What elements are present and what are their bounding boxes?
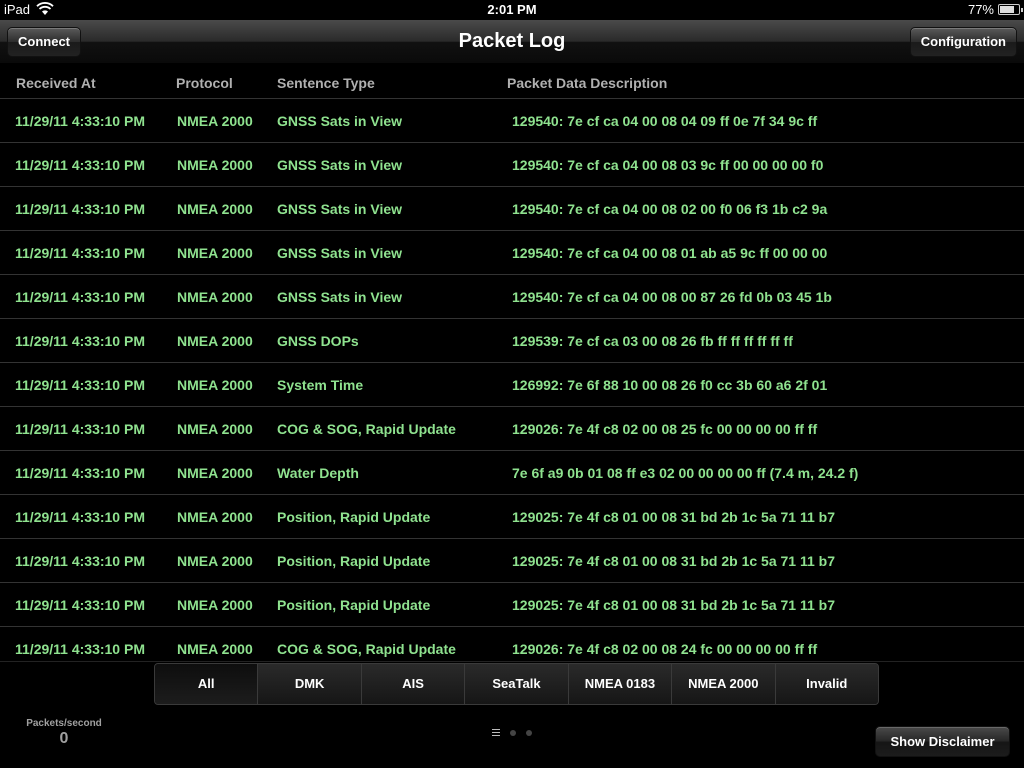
cell-description: 129540: 7e cf ca 04 00 08 04 09 ff 0e 7f… (512, 113, 818, 129)
cell-protocol: NMEA 2000 (177, 597, 253, 613)
filter-dmk[interactable]: DMK (258, 664, 362, 704)
cell-description: 129025: 7e 4f c8 01 00 08 31 bd 2b 1c 5a… (512, 509, 836, 525)
bottom-toolbar: All DMK AIS SeaTalk NMEA 0183 NMEA 2000 Invali… (0, 661, 1024, 768)
table-row[interactable]: 11/29/11 4:33:10 PM NMEA 2000 GNSS Sats in… (0, 231, 1024, 275)
column-headers: Received At Protocol Sentence Type Packe… (0, 65, 1024, 99)
cell-protocol: NMEA 2000 (177, 553, 253, 569)
column-header-sentence-type: Sentence Type (277, 75, 375, 91)
cell-received-at: 11/29/11 4:33:10 PM (15, 289, 145, 305)
cell-description: 129026: 7e 4f c8 02 00 08 25 fc 00 00 00… (512, 421, 818, 437)
packets-per-second: Packets/second 0 (20, 718, 108, 748)
page-dot (510, 730, 516, 736)
cell-sentence-type: GNSS Sats in View (277, 201, 403, 217)
battery-percent: 77% (967, 2, 994, 17)
configuration-button[interactable]: Configuration (909, 27, 1017, 57)
cell-sentence-type: COG & SOG, Rapid Update (277, 641, 456, 657)
cell-received-at: 11/29/11 4:33:10 PM (15, 157, 145, 173)
filter-all[interactable]: All (155, 664, 259, 704)
filter-nmea-0183[interactable]: NMEA 0183 (568, 664, 673, 704)
cell-protocol: NMEA 2000 (177, 465, 253, 481)
table-row[interactable]: 11/29/11 4:33:10 PM NMEA 2000 Water Depth 7… (0, 451, 1024, 495)
table-row[interactable]: 11/29/11 4:33:10 PM NMEA 2000 GNSS Sats in… (0, 99, 1024, 143)
table-row[interactable]: 11/29/11 4:33:10 PM NMEA 2000 GNSS Sats in… (0, 275, 1024, 319)
cell-received-at: 11/29/11 4:33:10 PM (15, 553, 145, 569)
protocol-filter-segmented-control: All DMK AIS SeaTalk NMEA 0183 NMEA 2000 Invali… (154, 663, 879, 705)
list-page-icon (492, 729, 500, 736)
battery-fill (1000, 6, 1014, 13)
cell-description: 129540: 7e cf ca 04 00 08 00 87 26 fd 0b… (512, 289, 832, 305)
cell-received-at: 11/29/11 4:33:10 PM (15, 377, 145, 393)
cell-received-at: 11/29/11 4:33:10 PM (15, 113, 145, 129)
cell-received-at: 11/29/11 4:33:10 PM (15, 245, 145, 261)
cell-protocol: NMEA 2000 (177, 157, 253, 173)
table-row[interactable]: 11/29/11 4:33:10 PM NMEA 2000 Position, Ra… (0, 495, 1024, 539)
table-row[interactable]: 11/29/11 4:33:10 PM NMEA 2000 Position, Ra… (0, 583, 1024, 627)
cell-sentence-type: Water Depth (277, 465, 359, 481)
filter-seatalk[interactable]: SeaTalk (465, 664, 569, 704)
cell-received-at: 11/29/11 4:33:10 PM (15, 201, 145, 217)
cell-description: 129539: 7e cf ca 03 00 08 26 fb ff ff ff… (512, 333, 793, 349)
table-row[interactable]: 11/29/11 4:33:10 PM NMEA 2000 Position, Ra… (0, 539, 1024, 583)
cell-description: 129540: 7e cf ca 04 00 08 01 ab a5 9c ff… (512, 245, 828, 261)
cell-protocol: NMEA 2000 (177, 113, 253, 129)
cell-sentence-type: Position, Rapid Update (277, 509, 431, 525)
cell-description: 129025: 7e 4f c8 01 00 08 31 bd 2b 1c 5a… (512, 553, 836, 569)
filter-invalid[interactable]: Invalid (775, 664, 878, 704)
column-header-protocol: Protocol (176, 75, 233, 91)
cell-sentence-type: GNSS Sats in View (277, 245, 403, 261)
cell-sentence-type: GNSS Sats in View (277, 157, 403, 173)
cell-sentence-type: System Time (277, 377, 364, 393)
cell-received-at: 11/29/11 4:33:10 PM (15, 509, 145, 525)
cell-protocol: NMEA 2000 (177, 421, 253, 437)
column-header-description: Packet Data Description (507, 75, 668, 91)
table-row[interactable]: 11/29/11 4:33:10 PM NMEA 2000 System Time 1… (0, 363, 1024, 407)
cell-sentence-type: Position, Rapid Update (277, 553, 431, 569)
cell-protocol: NMEA 2000 (177, 333, 253, 349)
cell-description: 129025: 7e 4f c8 01 00 08 31 bd 2b 1c 5a… (512, 597, 836, 613)
cell-protocol: NMEA 2000 (177, 641, 253, 657)
cell-received-at: 11/29/11 4:33:10 PM (15, 597, 145, 613)
table-row[interactable]: 11/29/11 4:33:10 PM NMEA 2000 GNSS Sats in… (0, 187, 1024, 231)
cell-description: 129540: 7e cf ca 04 00 08 03 9c ff 00 00… (512, 157, 824, 173)
table-row[interactable]: 11/29/11 4:33:10 PM NMEA 2000 GNSS Sats in… (0, 143, 1024, 187)
show-disclaimer-button[interactable]: Show Disclaimer (875, 726, 1010, 757)
page-title: Packet Log (458, 30, 566, 52)
cell-received-at: 11/29/11 4:33:10 PM (15, 421, 145, 437)
cell-received-at: 11/29/11 4:33:10 PM (15, 641, 145, 657)
cell-sentence-type: GNSS DOPs (277, 333, 359, 349)
cell-received-at: 11/29/11 4:33:10 PM (15, 333, 145, 349)
cell-protocol: NMEA 2000 (177, 509, 253, 525)
cell-description: 129540: 7e cf ca 04 00 08 02 00 f0 06 f3… (512, 201, 828, 217)
page-dot (526, 730, 532, 736)
navigation-bar: Connect Packet Log Configuration (0, 20, 1024, 64)
filter-ais[interactable]: AIS (361, 664, 466, 704)
cell-sentence-type: COG & SOG, Rapid Update (277, 421, 456, 437)
packet-log-table[interactable]: 11/29/11 4:33:10 PM NMEA 2000 GNSS Sats in… (0, 99, 1024, 661)
table-row[interactable]: 11/29/11 4:33:10 PM NMEA 2000 COG & SOG, R… (0, 627, 1024, 661)
cell-protocol: NMEA 2000 (177, 289, 253, 305)
cell-protocol: NMEA 2000 (177, 201, 253, 217)
packets-per-second-value: 0 (59, 730, 69, 747)
cell-sentence-type: GNSS Sats in View (277, 289, 403, 305)
status-time: 2:01 PM (487, 2, 537, 17)
battery-icon (998, 4, 1023, 15)
table-row[interactable]: 11/29/11 4:33:10 PM NMEA 2000 COG & SOG, R… (0, 407, 1024, 451)
status-bar: iPad 2:01 PM 77% (0, 0, 1024, 20)
cell-description: 129026: 7e 4f c8 02 00 08 24 fc 00 00 00… (512, 641, 818, 657)
filter-nmea-2000[interactable]: NMEA 2000 (672, 664, 776, 704)
cell-protocol: NMEA 2000 (177, 245, 253, 261)
cell-sentence-type: GNSS Sats in View (277, 113, 403, 129)
cell-description: 126992: 7e 6f 88 10 00 08 26 f0 cc 3b 60… (512, 377, 828, 393)
cell-protocol: NMEA 2000 (177, 377, 253, 393)
table-row[interactable]: 11/29/11 4:33:10 PM NMEA 2000 GNSS DOPs 129… (0, 319, 1024, 363)
cell-description: 7e 6f a9 0b 01 08 ff e3 02 00 00 00 00 f… (512, 465, 859, 481)
column-header-received-at: Received At (16, 75, 96, 91)
packets-per-second-label: Packets/second (26, 718, 102, 729)
cell-sentence-type: Position, Rapid Update (277, 597, 431, 613)
cell-received-at: 11/29/11 4:33:10 PM (15, 465, 145, 481)
